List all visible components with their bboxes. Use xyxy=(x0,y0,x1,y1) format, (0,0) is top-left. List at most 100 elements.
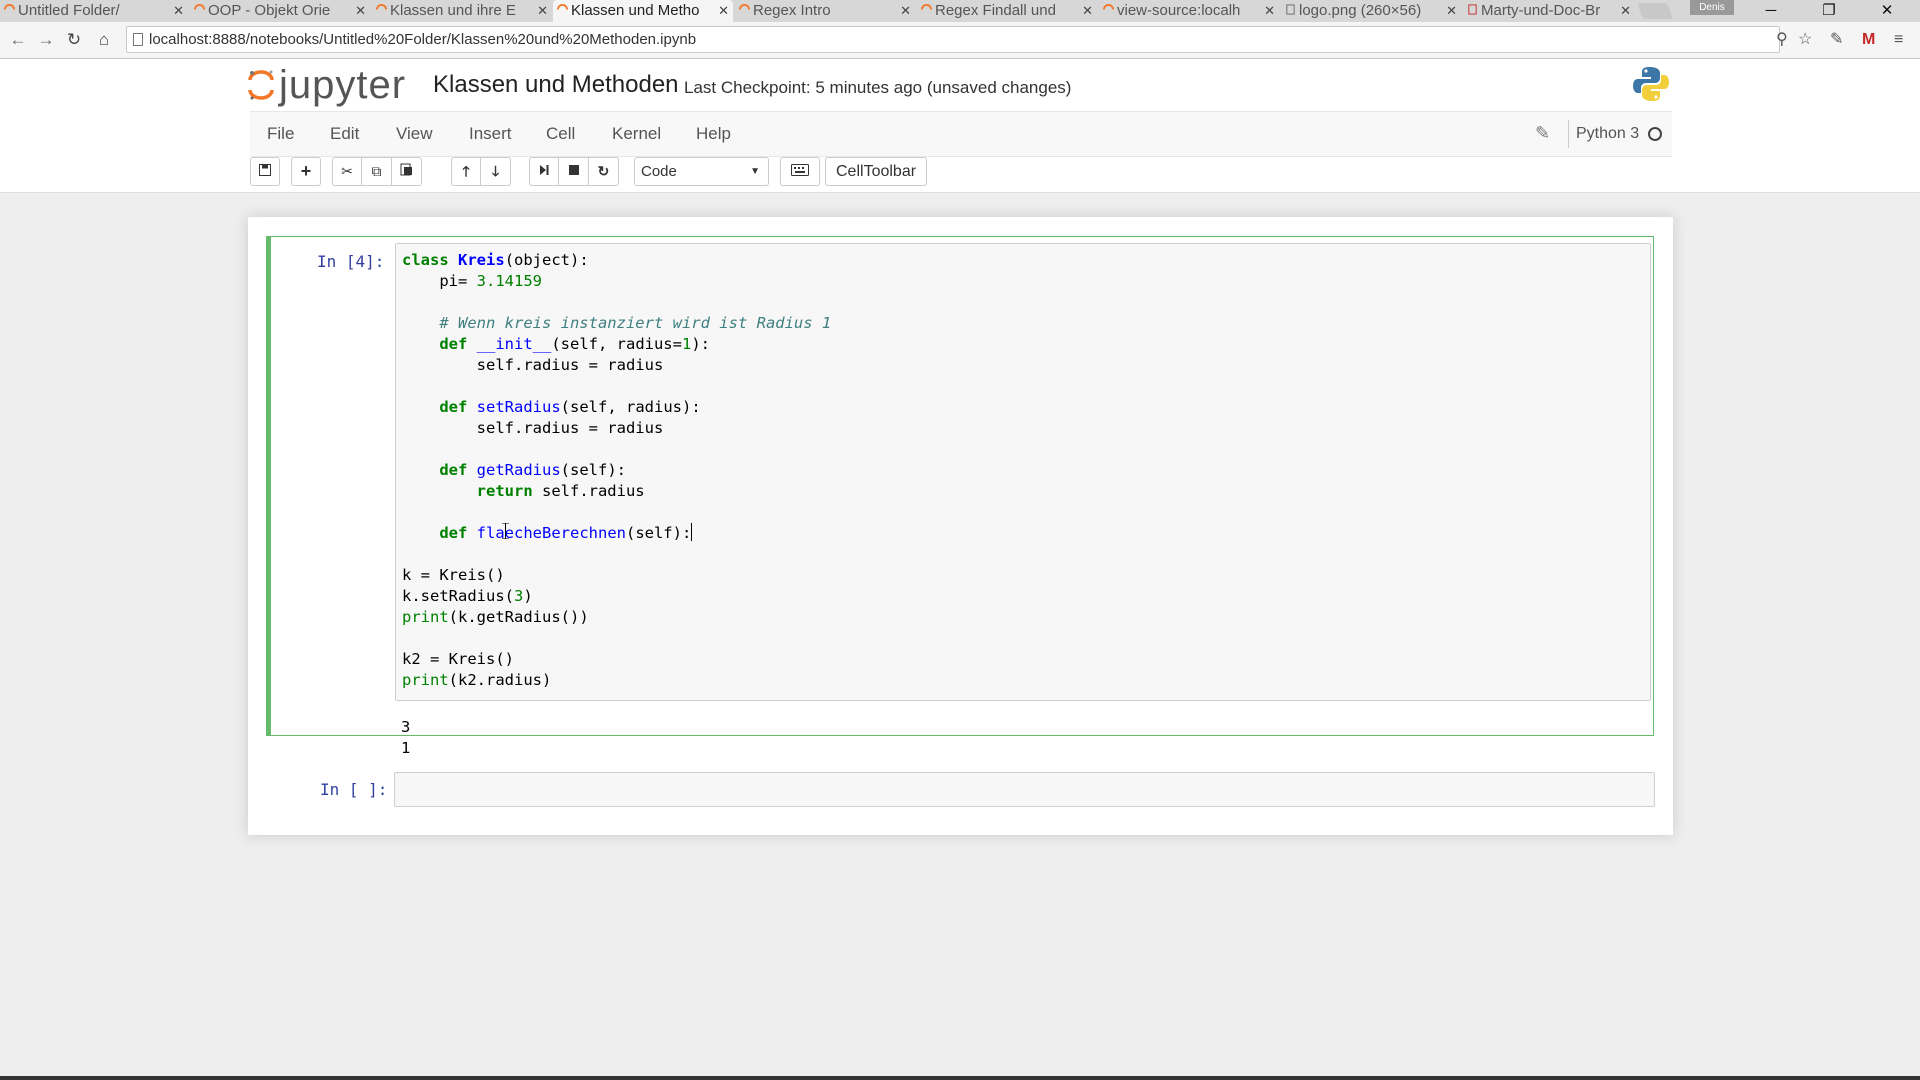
gmail-extension-icon[interactable]: M xyxy=(1862,28,1875,52)
jupyter-header: jupyter Klassen und Methoden Last Checkp… xyxy=(0,59,1920,111)
close-icon[interactable]: ✕ xyxy=(1264,0,1275,21)
tab-title: logo.png (260×56) xyxy=(1299,2,1422,19)
refresh-icon: ↻ xyxy=(597,163,610,179)
restore-icon[interactable]: ❐ xyxy=(1806,0,1852,22)
tab-title: Regex Findall und xyxy=(935,2,1056,19)
close-icon[interactable]: ✕ xyxy=(1446,0,1457,21)
jupyter-favicon-icon xyxy=(921,4,932,10)
jupyter-favicon-icon xyxy=(1103,4,1114,10)
minimize-icon[interactable]: ─ xyxy=(1748,0,1794,22)
cut-cells-button[interactable]: ✂ xyxy=(332,157,362,186)
stop-icon xyxy=(568,165,579,175)
notebook-name[interactable]: Klassen und Methoden xyxy=(433,71,679,99)
forward-arrow-icon[interactable]: → xyxy=(34,28,58,52)
zoom-icon[interactable]: ⚲ xyxy=(1776,28,1788,52)
browser-tab-6[interactable]: view-source:localh ✕ xyxy=(1099,0,1279,22)
move-cell-down-button[interactable]: 🡓 xyxy=(481,157,511,186)
address-bar[interactable]: localhost:8888/notebooks/Untitled%20Fold… xyxy=(126,26,1780,53)
profile-badge[interactable]: Denis xyxy=(1690,0,1734,15)
close-icon[interactable]: ✕ xyxy=(1082,0,1093,21)
browser-tab-5[interactable]: Regex Findall und ✕ xyxy=(917,0,1097,22)
kernel-idle-indicator-icon xyxy=(1648,127,1662,141)
browser-toolbar: ← → ↻ ⌂ localhost:8888/notebooks/Untitle… xyxy=(0,22,1920,59)
new-tab-button[interactable] xyxy=(1637,3,1673,19)
code-cell-selected[interactable]: In [4]: class Kreis(object): pi= 3.14159… xyxy=(266,236,1654,757)
browser-tab-7[interactable]: logo.png (260×56) ✕ xyxy=(1281,0,1461,22)
close-icon[interactable]: ✕ xyxy=(173,0,184,21)
jupyter-logo-text: jupyter xyxy=(279,63,407,107)
notebook-toolbar: + ✂ ⧉ 🡑 🡓 ↻ Code ▼ CellToolbar xyxy=(0,157,1920,193)
i-beam-cursor-icon xyxy=(502,523,509,539)
close-icon[interactable]: ✕ xyxy=(1620,0,1631,21)
menu-help[interactable]: Help xyxy=(696,112,731,156)
arrow-down-icon: 🡓 xyxy=(491,163,500,179)
menu-bar-inner: File Edit View Insert Cell Kernel Help ✎… xyxy=(250,111,1672,157)
input-prompt-empty: In [ ]: xyxy=(320,780,388,799)
close-icon[interactable]: ✕ xyxy=(355,0,366,21)
text-cursor xyxy=(691,523,693,541)
menu-insert[interactable]: Insert xyxy=(469,112,512,156)
jupyter-favicon-icon xyxy=(557,4,568,10)
browser-tab-strip: Untitled Folder/ ✕ OOP - Objekt Orie ✕ K… xyxy=(0,0,1920,22)
menu-file[interactable]: File xyxy=(267,112,294,156)
page-icon xyxy=(133,33,143,46)
empty-code-cell[interactable] xyxy=(394,772,1655,807)
celltoolbar-button[interactable]: CellToolbar xyxy=(825,157,928,186)
bottom-edge xyxy=(0,1076,1920,1080)
menu-icon[interactable]: ≡ xyxy=(1894,28,1903,52)
copy-icon: ⧉ xyxy=(371,163,382,179)
insert-cell-below-button[interactable]: + xyxy=(291,157,321,186)
browser-tab-1[interactable]: OOP - Objekt Orie ✕ xyxy=(190,0,370,22)
menu-view[interactable]: View xyxy=(396,112,433,156)
reload-icon[interactable]: ↻ xyxy=(62,28,86,52)
back-arrow-icon[interactable]: ← xyxy=(6,28,30,52)
caret-down-icon: ▼ xyxy=(750,166,760,177)
tab-title: Klassen und ihre E xyxy=(390,2,516,19)
extension-icon[interactable]: ✎ xyxy=(1830,28,1843,52)
paste-cells-button[interactable] xyxy=(392,157,422,186)
jupyter-favicon-icon xyxy=(194,4,205,10)
step-forward-icon xyxy=(540,165,549,175)
notebook-container: In [4]: class Kreis(object): pi= 3.14159… xyxy=(248,217,1673,835)
browser-tab-2[interactable]: Klassen und ihre E ✕ xyxy=(372,0,552,22)
tab-title: OOP - Objekt Orie xyxy=(208,2,331,19)
bookmark-star-icon[interactable]: ☆ xyxy=(1798,28,1812,52)
interrupt-kernel-button[interactable] xyxy=(559,157,589,186)
run-cell-button[interactable] xyxy=(529,157,559,186)
move-cell-up-button[interactable]: 🡑 xyxy=(451,157,481,186)
code-editor[interactable]: class Kreis(object): pi= 3.14159 # Wenn … xyxy=(395,243,1651,701)
command-palette-button[interactable] xyxy=(780,157,820,186)
tab-title: view-source:localh xyxy=(1117,2,1241,19)
jupyter-logo-icon xyxy=(248,70,274,100)
menu-edit[interactable]: Edit xyxy=(330,112,359,156)
keyboard-icon xyxy=(791,164,809,176)
menu-bar: File Edit View Insert Cell Kernel Help ✎… xyxy=(0,111,1920,157)
cell-type-select[interactable]: Code ▼ xyxy=(634,157,769,186)
kernel-name[interactable]: Python 3 xyxy=(1576,112,1639,156)
copy-cells-button[interactable]: ⧉ xyxy=(362,157,392,186)
floppy-disk-icon xyxy=(259,164,271,176)
save-button[interactable] xyxy=(250,157,280,186)
code-text: class Kreis(object): pi= 3.14159 # Wenn … xyxy=(402,251,832,689)
pencil-edit-icon: ✎ xyxy=(1535,123,1551,143)
close-icon[interactable]: ✕ xyxy=(900,0,911,21)
window-close-icon[interactable]: ✕ xyxy=(1864,0,1910,22)
tab-title: Marty-und-Doc-Br xyxy=(1481,2,1601,19)
pdf-file-icon xyxy=(1468,4,1477,15)
tab-title: Klassen und Metho xyxy=(571,2,700,19)
input-prompt: In [4]: xyxy=(317,252,385,271)
arrow-up-icon: 🡑 xyxy=(462,163,470,179)
plus-icon: + xyxy=(300,161,312,181)
close-icon[interactable]: ✕ xyxy=(718,0,729,21)
restart-kernel-button[interactable]: ↻ xyxy=(589,157,619,186)
home-icon[interactable]: ⌂ xyxy=(92,28,116,52)
browser-tab-0[interactable]: Untitled Folder/ ✕ xyxy=(0,0,188,22)
browser-tab-4[interactable]: Regex Intro ✕ xyxy=(735,0,915,22)
checkpoint-status: Last Checkpoint: 5 minutes ago (unsaved … xyxy=(684,78,1072,97)
close-icon[interactable]: ✕ xyxy=(537,0,548,21)
browser-tab-8[interactable]: Marty-und-Doc-Br ✕ xyxy=(1463,0,1635,22)
menu-cell[interactable]: Cell xyxy=(546,112,575,156)
menu-kernel[interactable]: Kernel xyxy=(612,112,661,156)
browser-tab-3-active[interactable]: Klassen und Metho ✕ xyxy=(553,0,733,22)
tab-title: Untitled Folder/ xyxy=(18,2,120,19)
